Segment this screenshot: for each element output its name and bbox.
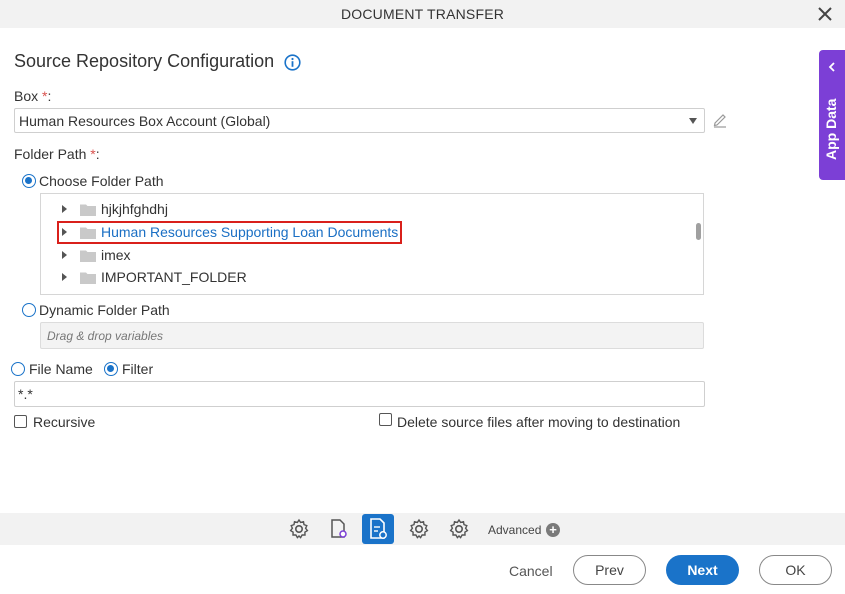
file-settings-icon	[370, 518, 387, 539]
section-title: Source Repository Configuration	[14, 51, 275, 71]
box-label: Box *:	[14, 88, 52, 104]
delete-source-label: Delete source files after moving to dest…	[397, 414, 681, 430]
choose-folder-path-label: Choose Folder Path	[39, 173, 164, 189]
filter-input[interactable]: *.*	[14, 381, 705, 407]
selection-highlight	[57, 221, 402, 244]
folder-tree[interactable]: hjkjhfghdhj Human Resources Supporting L…	[40, 193, 704, 295]
choose-folder-path-radio[interactable]	[22, 174, 36, 188]
cancel-button[interactable]: Cancel	[509, 563, 553, 579]
file-name-label: File Name	[29, 361, 93, 377]
ok-button[interactable]: OK	[759, 555, 832, 585]
expand-arrow-icon[interactable]	[62, 251, 67, 259]
chevron-left-icon	[828, 62, 835, 72]
add-plus-icon[interactable]: +	[546, 523, 560, 537]
folder-icon	[80, 250, 96, 262]
file-settings-tab-active[interactable]	[362, 514, 394, 544]
dynamic-folder-path-label: Dynamic Folder Path	[39, 302, 170, 318]
dropdown-caret-icon	[689, 118, 697, 124]
dynamic-folder-path-input[interactable]: Drag & drop variables	[40, 322, 704, 349]
filter-value: *.*	[18, 386, 33, 402]
expand-arrow-icon[interactable]	[62, 205, 67, 213]
expand-arrow-icon[interactable]	[62, 273, 67, 281]
tree-item[interactable]: imex	[41, 244, 681, 266]
folder-icon	[80, 272, 96, 284]
filter-label: Filter	[122, 361, 154, 377]
tree-item[interactable]: hjkjhfghdhj	[41, 198, 681, 220]
gear-icon[interactable]	[407, 517, 431, 541]
file-name-radio[interactable]	[11, 362, 25, 376]
folder-path-label: Folder Path *:	[14, 146, 100, 162]
tree-item-label: imex	[101, 247, 131, 263]
tree-item-label: IMPORTANT_FOLDER	[101, 269, 247, 285]
box-account-select[interactable]: Human Resources Box Account (Global)	[14, 108, 705, 133]
prev-button[interactable]: Prev	[573, 555, 646, 585]
tree-item[interactable]: IMPORTANT_FOLDER	[41, 266, 681, 288]
box-account-value: Human Resources Box Account (Global)	[19, 113, 271, 129]
info-icon[interactable]	[284, 54, 301, 71]
app-data-panel-tab[interactable]: App Data	[819, 50, 845, 180]
dialog-titlebar: DOCUMENT TRANSFER	[0, 0, 845, 28]
tree-scrollbar[interactable]	[696, 223, 701, 240]
edit-pencil-icon[interactable]	[712, 112, 728, 128]
tree-item-label: hjkjhfghdhj	[101, 201, 168, 217]
dialog-footer: Cancel Prev Next OK	[0, 545, 845, 594]
recursive-checkbox[interactable]	[14, 415, 27, 428]
dialog-title: DOCUMENT TRANSFER	[340, 6, 505, 22]
gear-icon[interactable]	[287, 517, 311, 541]
close-icon[interactable]	[815, 4, 835, 24]
app-data-label: App Data	[823, 98, 839, 160]
bottom-toolbar: Advanced +	[0, 513, 845, 545]
next-button[interactable]: Next	[666, 555, 739, 585]
dynamic-folder-path-placeholder: Drag & drop variables	[47, 329, 164, 343]
folder-icon	[80, 204, 96, 216]
advanced-label[interactable]: Advanced	[488, 523, 541, 537]
filter-radio[interactable]	[104, 362, 118, 376]
dynamic-folder-path-radio[interactable]	[22, 303, 36, 317]
delete-source-checkbox[interactable]	[379, 413, 392, 426]
recursive-label: Recursive	[33, 414, 96, 430]
document-settings-icon[interactable]	[327, 517, 351, 541]
advanced-gear-icon[interactable]	[447, 517, 471, 541]
